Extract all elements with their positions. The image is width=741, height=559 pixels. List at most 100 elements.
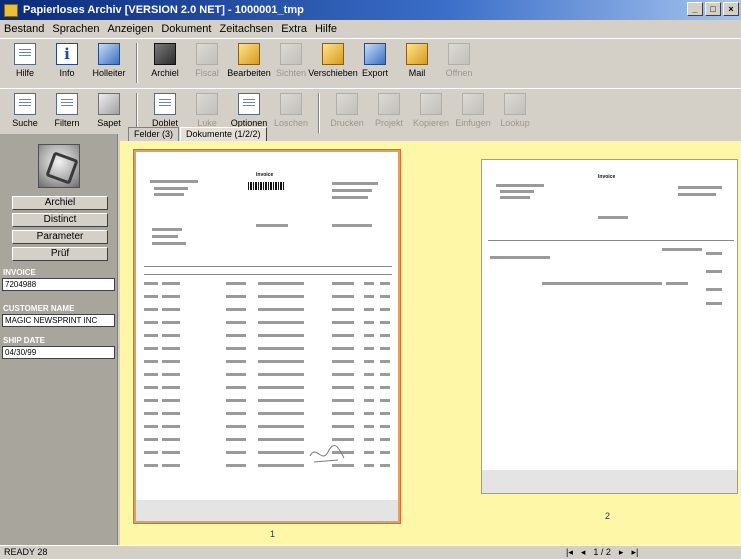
einfugen-button[interactable]: Einfugen <box>452 89 494 137</box>
table-cell <box>258 373 304 376</box>
table-cell <box>364 321 374 324</box>
table-cell <box>332 282 354 285</box>
table-cell <box>226 295 246 298</box>
document-page-1[interactable]: Invoice <box>133 149 401 524</box>
toolbar-label: Lookup <box>500 118 530 128</box>
filtern-button[interactable]: Filtern <box>46 89 88 137</box>
document-page-2[interactable]: Invoice <box>481 159 738 494</box>
menu-extra[interactable]: Extra <box>281 23 307 35</box>
hilfe-button[interactable]: Hilfe <box>4 39 46 87</box>
export-button[interactable]: Export <box>354 39 396 87</box>
table-cell <box>380 464 390 467</box>
document-viewer: Invoice 1 Invoice 2 <box>120 141 741 545</box>
toolbar-separator <box>136 43 138 83</box>
drucken-button[interactable]: Drucken <box>326 89 368 137</box>
table-cell <box>162 321 180 324</box>
customer-name-field[interactable]: MAGIC NEWSPRINT INC <box>2 314 115 327</box>
toolbar-label: Bearbeiten <box>227 68 271 78</box>
table-cell <box>258 438 304 441</box>
table-cell <box>364 438 374 441</box>
table-cell <box>162 295 180 298</box>
table-cell <box>144 438 158 441</box>
menu-anzeigen[interactable]: Anzeigen <box>107 23 153 35</box>
delete-icon <box>280 93 302 115</box>
table-cell <box>162 425 180 428</box>
offnen-button[interactable]: Offnen <box>438 39 480 87</box>
suche-button[interactable]: Suche <box>4 89 46 137</box>
menu-dokument[interactable]: Dokument <box>161 23 211 35</box>
table-cell <box>162 347 180 350</box>
table-cell <box>226 386 246 389</box>
minimize-button[interactable]: _ <box>687 2 703 16</box>
table-cell <box>380 308 390 311</box>
prev-page-button[interactable]: ◂ <box>581 547 586 558</box>
ship-date-field[interactable]: 04/30/99 <box>2 346 115 359</box>
print-icon <box>336 93 358 115</box>
archiel-button[interactable]: Archiel <box>144 39 186 87</box>
invoice-field[interactable]: 7204988 <box>2 278 115 291</box>
signature-scribble <box>309 444 345 463</box>
table-cell <box>364 295 374 298</box>
toolbar-label: Filtern <box>54 118 80 128</box>
tab-dokumente[interactable]: Dokumente (1/2/2) <box>180 127 267 141</box>
fiscal-icon <box>196 43 218 65</box>
search-icon <box>14 93 36 115</box>
table-cell <box>226 360 246 363</box>
customer-name-label: CUSTOMER NAME <box>3 304 75 313</box>
toolbar-label: Sapet <box>97 118 121 128</box>
next-page-button[interactable]: ▸ <box>619 547 624 558</box>
sichten-button[interactable]: Sichten <box>270 39 312 87</box>
tab-felder[interactable]: Felder (3) <box>128 127 180 141</box>
table-cell <box>144 386 158 389</box>
mail-button[interactable]: Mail <box>396 39 438 87</box>
lookup-button[interactable]: Lookup <box>494 89 536 137</box>
table-cell <box>258 347 304 350</box>
verschieben-button[interactable]: Verschieben <box>308 39 358 87</box>
sapet-button[interactable]: Sapet <box>88 89 130 137</box>
table-cell <box>332 412 354 415</box>
table-cell <box>380 373 390 376</box>
holleiter-button[interactable]: Holleiter <box>88 39 130 87</box>
tab-strip: Felder (3) Dokumente (1/2/2) <box>128 127 268 141</box>
menu-bestand[interactable]: Bestand <box>4 23 44 35</box>
archiel-button[interactable]: Archiel <box>12 196 108 210</box>
table-cell <box>162 282 180 285</box>
table-cell <box>226 347 246 350</box>
toolbar-label: Fiscal <box>195 68 219 78</box>
close-button[interactable]: × <box>723 2 739 16</box>
table-cell <box>226 425 246 428</box>
doc-title: Invoice <box>256 172 274 178</box>
filter-icon <box>56 93 78 115</box>
table-cell <box>364 282 374 285</box>
bearbeiten-button[interactable]: Bearbeiten <box>227 39 271 87</box>
menu-sprachen[interactable]: Sprachen <box>52 23 99 35</box>
loschen-button[interactable]: Loschen <box>270 89 312 137</box>
first-page-button[interactable]: |◂ <box>566 547 573 558</box>
last-page-button[interactable]: ▸| <box>631 547 638 558</box>
maximize-button[interactable]: □ <box>705 2 721 16</box>
table-cell <box>258 360 304 363</box>
table-cell <box>226 308 246 311</box>
menu-hilfe[interactable]: Hilfe <box>315 23 337 35</box>
table-cell <box>332 373 354 376</box>
table-cell <box>144 360 158 363</box>
table-cell <box>258 386 304 389</box>
table-cell <box>364 334 374 337</box>
toolbar-label: Einfugen <box>455 118 491 128</box>
distinct-button[interactable]: Distinct <box>12 213 108 227</box>
table-cell <box>380 438 390 441</box>
table-cell <box>258 308 304 311</box>
parameter-button[interactable]: Parameter <box>12 230 108 244</box>
menu-zeitachsen[interactable]: Zeitachsen <box>219 23 273 35</box>
projekt-button[interactable]: Projekt <box>368 89 410 137</box>
table-cell <box>332 399 354 402</box>
table-cell <box>226 464 246 467</box>
toolbar-label: Sichten <box>275 68 307 78</box>
kopieren-button[interactable]: Kopieren <box>410 89 452 137</box>
double-icon <box>154 93 176 115</box>
toolbar-label: Archiel <box>151 68 179 78</box>
info-button[interactable]: Info <box>46 39 88 87</box>
table-cell <box>332 386 354 389</box>
fiscal-button[interactable]: Fiscal <box>186 39 228 87</box>
pruef-button[interactable]: Prüf <box>12 247 108 261</box>
